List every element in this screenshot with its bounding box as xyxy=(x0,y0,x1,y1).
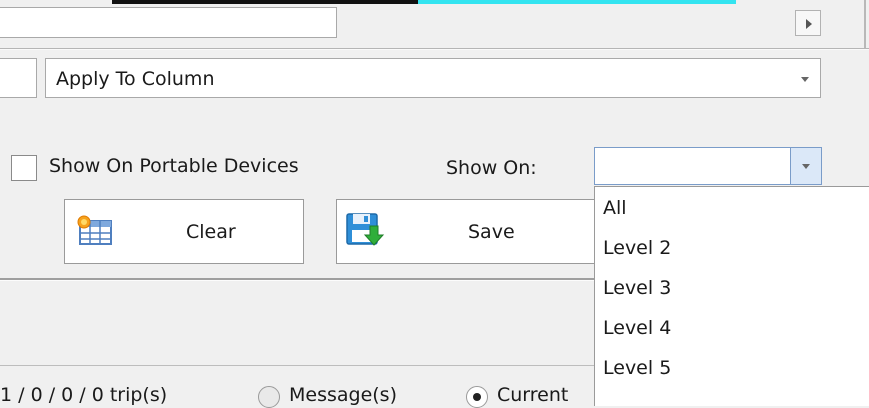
current-radio-label: Current xyxy=(497,384,569,406)
grid-sun-icon xyxy=(74,213,114,247)
apply-to-column-value: Apply To Column xyxy=(56,68,215,90)
show-on-option-all[interactable]: All xyxy=(603,197,627,219)
save-button[interactable]: Save xyxy=(336,199,616,264)
trips-count-text: 1 / 0 / 0 / 0 trip(s) xyxy=(0,384,168,406)
show-on-option-level-2[interactable]: Level 2 xyxy=(603,237,671,259)
top-text-field[interactable] xyxy=(0,7,337,38)
panel-right-edge xyxy=(864,0,866,48)
show-on-select[interactable] xyxy=(594,147,822,185)
separator-middle-highlight xyxy=(0,280,600,281)
current-radio[interactable] xyxy=(466,386,488,408)
show-on-label: Show On: xyxy=(446,157,537,179)
save-button-label: Save xyxy=(468,221,515,243)
chevron-down-icon xyxy=(801,77,809,82)
portable-devices-label: Show On Portable Devices xyxy=(49,155,299,177)
chevron-down-icon xyxy=(802,164,810,169)
separator-top-highlight xyxy=(0,49,869,50)
show-on-dropdown-button[interactable] xyxy=(790,148,821,184)
show-on-option-level-4[interactable]: Level 4 xyxy=(603,317,671,339)
show-on-option-level-3[interactable]: Level 3 xyxy=(603,277,671,299)
clear-button-label: Clear xyxy=(186,221,236,243)
message-radio-label: Message(s) xyxy=(289,384,397,406)
clear-button[interactable]: Clear xyxy=(64,199,304,264)
left-field-stub[interactable] xyxy=(0,58,37,98)
floppy-disk-arrow-icon xyxy=(345,210,385,250)
portable-devices-checkbox[interactable] xyxy=(11,155,37,181)
top-strip-dark xyxy=(112,0,418,4)
separator-bottom xyxy=(0,365,600,366)
show-on-option-level-5[interactable]: Level 5 xyxy=(603,357,671,379)
scroll-right-button[interactable] xyxy=(795,10,821,36)
message-radio[interactable] xyxy=(258,386,280,408)
apply-to-column-select[interactable]: Apply To Column xyxy=(45,58,821,98)
show-on-dropdown-list: All Level 2 Level 3 Level 4 Level 5 xyxy=(594,186,869,406)
top-strip-cyan xyxy=(418,0,736,4)
